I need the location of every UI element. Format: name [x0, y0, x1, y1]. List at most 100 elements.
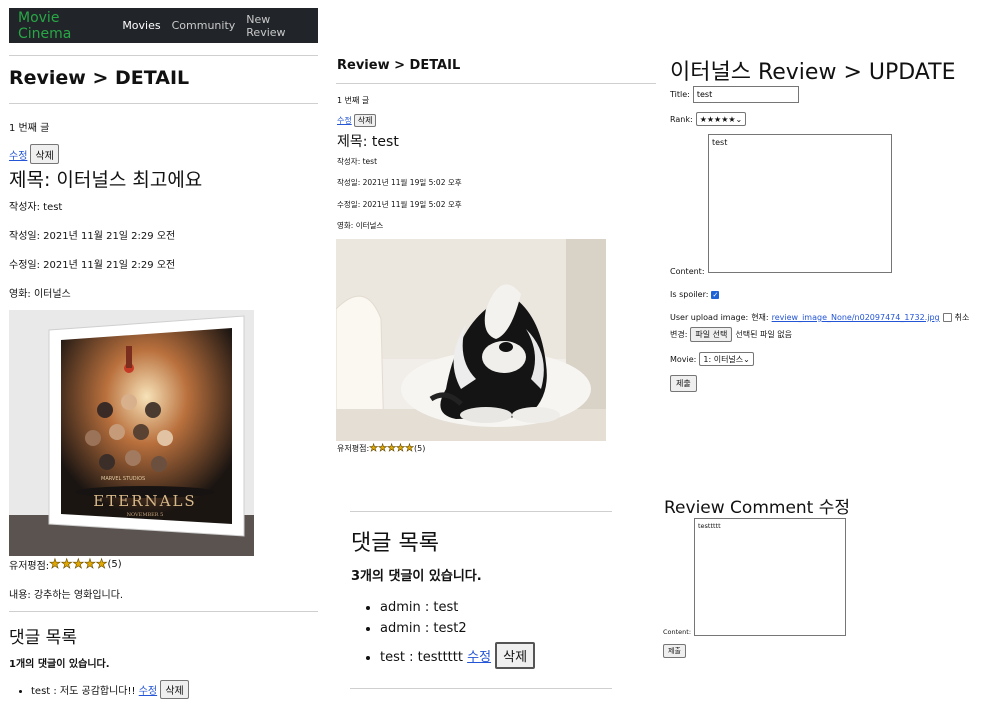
rank-label: Rank: — [670, 114, 693, 124]
file-none-text: 선택된 파일 없음 — [735, 330, 793, 339]
nav-new-review[interactable]: New Review — [246, 13, 307, 39]
page-title: Review > DETAIL — [9, 67, 190, 89]
title-label: Title: — [670, 90, 690, 99]
comment-edit-form: Review Comment 수정 testtttt Content: 제출 — [663, 490, 863, 670]
page-title: 이터널스 Review > UPDATE — [670, 60, 956, 85]
rating-label: 유저평점: — [337, 444, 370, 453]
navbar: Movie Cinema Movies Community New Review — [9, 8, 318, 43]
spoiler-row: Is spoiler: ✓ — [670, 290, 720, 299]
comment-text: admin : test2 — [380, 621, 467, 636]
comment-content-textarea[interactable]: testtttt — [694, 518, 846, 636]
file-select-button[interactable]: 파일 선택 — [690, 327, 733, 342]
post-updated: 수정일: 2021년 11월 19일 5:02 오후 — [337, 200, 462, 209]
review-dog-image — [336, 239, 606, 441]
comment-text: admin : test — [380, 600, 459, 615]
post-movie: 영화: 이터널스 — [9, 289, 71, 300]
movie-select[interactable]: 1: 이터널스 ⌄ — [699, 352, 754, 366]
rank-select[interactable]: ★★★★★ ⌄ — [695, 112, 747, 126]
submit-row: 제출 — [670, 375, 697, 392]
divider — [350, 688, 612, 689]
rating-stars: ★★★★★ — [369, 443, 415, 455]
delete-button[interactable]: 삭제 — [353, 114, 377, 127]
nav-community[interactable]: Community — [172, 19, 236, 32]
comments-count: 1개의 댓글이 있습니다. — [9, 659, 110, 670]
rating-value: (5) — [413, 444, 426, 453]
post-title: 제목: test — [337, 134, 399, 150]
page-title: Review Comment 수정 — [664, 498, 851, 518]
user-rating: 유저평점: ★★★★★ (5) — [337, 443, 426, 455]
post-author: 작성자: test — [9, 202, 63, 213]
content-label: Content: — [670, 267, 705, 276]
review-update-form: 이터널스 Review > UPDATE Title: Rank: ★★★★★ … — [670, 52, 990, 402]
movie-value: 1: 이터널스 — [703, 354, 744, 364]
divider — [9, 55, 318, 56]
star-icon: ★ — [387, 443, 397, 455]
title-input[interactable] — [692, 86, 799, 103]
comment-text: test : 저도 공감합니다!! — [31, 686, 136, 697]
post-number: 1 번째 글 — [337, 96, 370, 105]
image-change-label: 변경: — [670, 330, 688, 339]
chevron-down-icon: ⌄ — [743, 354, 750, 364]
post-actions: 수정 삭제 — [9, 144, 59, 164]
comment-delete-button[interactable]: 삭제 — [160, 680, 189, 699]
star-icon: ★ — [95, 557, 108, 573]
post-updated: 수정일: 2021년 11월 21일 2:29 오전 — [9, 260, 176, 271]
submit-button[interactable]: 제출 — [663, 644, 686, 658]
rank-value: ★★★★★ — [699, 114, 736, 124]
comment-item: admin : test2 — [380, 621, 535, 636]
rating-stars: ★★★★★ — [49, 557, 108, 573]
post-actions: 수정 삭제 — [337, 114, 377, 127]
title-row: Title: — [670, 86, 799, 103]
divider — [9, 103, 318, 104]
comment-item: test : testtttt 수정 삭제 — [380, 642, 536, 669]
brand-link[interactable]: Movie Cinema — [18, 10, 108, 42]
star-icon: ★ — [72, 557, 85, 573]
star-icon: ★ — [369, 443, 379, 455]
post-number: 1 번째 글 — [9, 123, 50, 134]
star-icon: ★ — [84, 557, 96, 573]
rank-row: Rank: ★★★★★ ⌄ — [670, 112, 747, 126]
comments-count: 3개의 댓글이 있습니다. — [351, 569, 482, 584]
nav-movies[interactable]: Movies — [122, 19, 160, 32]
edit-link[interactable]: 수정 — [337, 115, 352, 126]
post-content: 내용: 강추하는 영화입니다. — [9, 590, 124, 601]
image-label: User upload image: — [670, 313, 749, 322]
poster-title-text: ETERNALS — [93, 492, 196, 510]
comment-item: test : 저도 공감합니다!! 수정 삭제 — [31, 680, 189, 699]
comment-edit-link[interactable]: 수정 — [467, 650, 491, 665]
movie-row: Movie: 1: 이터널스 ⌄ — [670, 352, 754, 366]
comments-heading: 댓글 목록 — [351, 531, 439, 556]
divider — [9, 611, 318, 612]
user-rating: 유저평점: ★★★★★ (5) — [9, 557, 122, 573]
delete-button[interactable]: 삭제 — [30, 144, 59, 164]
image-clear-checkbox[interactable] — [942, 313, 952, 322]
submit-button[interactable]: 제출 — [670, 375, 697, 392]
comment-list: admin : test admin : test2 test : testtt… — [352, 600, 536, 675]
edit-link[interactable]: 수정 — [9, 147, 27, 162]
spoiler-checkbox[interactable]: ✓ — [711, 290, 720, 299]
movie-label: Movie: — [670, 354, 697, 364]
current-image-link[interactable]: review_image_None/n02097474_1732.jpg — [772, 313, 940, 322]
comment-edit-link[interactable]: 수정 — [139, 686, 157, 697]
star-icon: ★ — [405, 443, 415, 455]
comment-list: test : 저도 공감합니다!! 수정 삭제 — [17, 680, 189, 699]
image-current-label: 현재: — [751, 313, 769, 322]
content-textarea[interactable]: test — [708, 134, 892, 273]
star-icon: ★ — [60, 557, 73, 573]
post-movie: 영화: 이터널스 — [337, 221, 384, 230]
divider — [350, 511, 612, 512]
comment-delete-button[interactable]: 삭제 — [495, 642, 536, 669]
post-created: 작성일: 2021년 11월 21일 2:29 오전 — [9, 231, 176, 242]
rating-value: (5) — [107, 559, 122, 570]
rating-label: 유저평점: — [9, 561, 50, 572]
comment-item: admin : test — [380, 600, 535, 615]
star-icon: ★ — [396, 443, 406, 455]
review-detail-panel: Movie Cinema Movies Community New Review… — [9, 8, 318, 712]
post-created: 작성일: 2021년 11월 19일 5:02 오후 — [337, 178, 462, 187]
star-icon: ★ — [378, 443, 388, 455]
chevron-down-icon: ⌄ — [735, 114, 743, 124]
image-row: User upload image: 현재: review_image_None… — [670, 312, 969, 323]
comments-heading: 댓글 목록 — [9, 628, 77, 648]
movie-poster-image: MARVEL STUDIOS ETERNALS NOVEMBER 5 — [9, 310, 254, 556]
comment-text: test : testtttt — [380, 650, 463, 665]
